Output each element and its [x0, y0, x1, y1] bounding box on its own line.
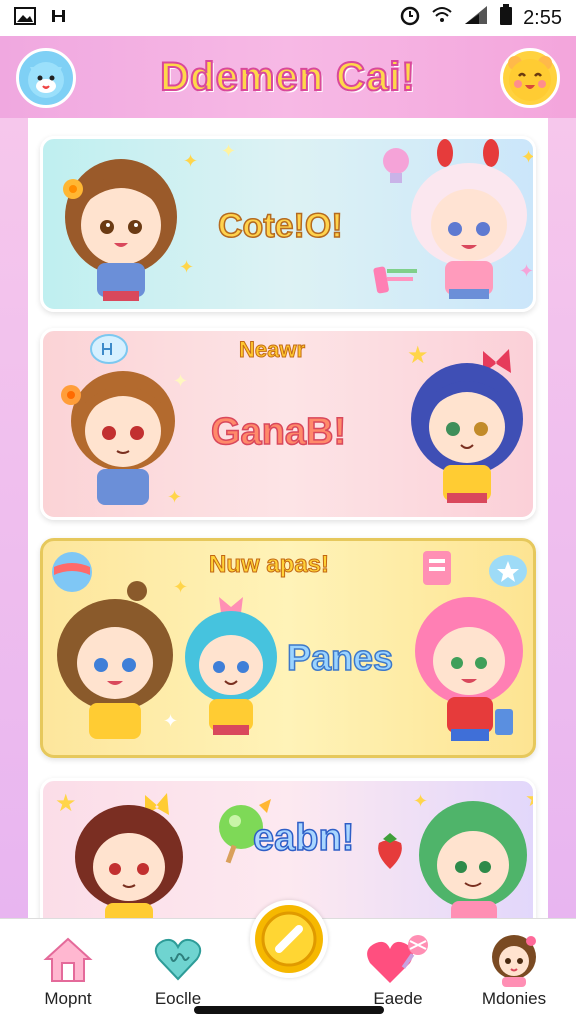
cyan-hair-girl-icon [185, 597, 277, 735]
card-4-title: eabn! [252, 816, 355, 860]
home-icon [43, 937, 93, 982]
heart-icon [154, 938, 202, 981]
pink-hair-girl-icon [415, 597, 523, 741]
profile-avatar-button[interactable] [16, 48, 76, 108]
right-side-strip [548, 118, 576, 918]
bear-avatar-button[interactable] [500, 48, 560, 108]
left-side-strip [0, 118, 28, 918]
card-list[interactable]: ✦ ✦ ✦ Cote!O! ✦ ✦ Neawr ✦ ✦ GanaB! ★ Nuw… [28, 118, 548, 918]
game-card-4[interactable]: ★ eabn! ✦ ★ [40, 778, 536, 918]
game-card-2[interactable]: Neawr ✦ ✦ GanaB! ★ [40, 328, 536, 520]
cell-signal-icon [463, 4, 489, 32]
app-title: Ddemen Cai! [159, 54, 416, 100]
sparkle-icon: ✦ [163, 711, 179, 732]
blue-hair-girl-icon [411, 349, 523, 503]
wifi-icon [431, 5, 453, 31]
card-3-title: Panes [286, 636, 394, 679]
white-hair-girl-icon [411, 139, 527, 299]
red-brown-hair-girl-icon [75, 793, 183, 918]
center-coin-button[interactable] [250, 900, 328, 978]
nav-item-profile[interactable]: Mdonies [464, 919, 564, 1019]
nav-item-favorites[interactable]: Eoclle [128, 919, 228, 1019]
card-3-subtitle: Nuw apas! [208, 551, 330, 579]
sparkle-icon: ✦ [521, 147, 536, 168]
curly-brown-hair-girl-icon [57, 581, 173, 739]
alarm-icon [399, 4, 421, 32]
nav-item-love[interactable]: Eaede [348, 919, 448, 1019]
game-card-3[interactable]: Nuw apas! Panes ✦ ✦ [40, 538, 536, 758]
home-indicator-bar[interactable] [194, 1006, 384, 1014]
nav-item-home[interactable]: Mopnt [18, 919, 118, 1019]
nav-label-home: Mopnt [44, 989, 92, 1008]
signal-notification-icon [50, 8, 68, 28]
avatar-icon [492, 935, 536, 987]
card-2-subtitle: Neawr [238, 337, 306, 363]
status-time: 2:55 [523, 6, 562, 29]
bear-face-icon [508, 56, 552, 101]
sparkle-icon: ✦ [519, 261, 535, 282]
strawberry-icon [378, 833, 402, 869]
battery-icon [499, 4, 513, 32]
sparkle-icon: ✦ [173, 371, 189, 392]
green-hair-girl-icon [419, 801, 527, 918]
nav-label-favorites: Eoclle [154, 989, 202, 1008]
sparkle-icon: ✦ [167, 487, 183, 508]
sparkle-icon: ✦ [183, 151, 199, 172]
sparkle-icon: ✦ [221, 141, 237, 162]
brown-hair-girl-icon [63, 159, 177, 301]
sparkle-icon: ✦ [179, 257, 195, 278]
card-1-title: Cote!O! [217, 206, 343, 246]
card-2-title: GanaB! [210, 410, 347, 454]
heart-lollipop-icon [367, 935, 428, 983]
nav-label-profile: Mdonies [481, 989, 547, 1008]
game-card-1[interactable]: ✦ ✦ ✦ Cote!O! ✦ ✦ [40, 136, 536, 312]
blue-cat-icon [28, 62, 64, 98]
status-bar: 2:55 [0, 0, 576, 36]
image-notification-icon [14, 7, 36, 29]
sparkle-icon: ✦ [173, 577, 189, 598]
app-header: Ddemen Cai! [0, 36, 576, 118]
coin-icon [255, 905, 323, 973]
